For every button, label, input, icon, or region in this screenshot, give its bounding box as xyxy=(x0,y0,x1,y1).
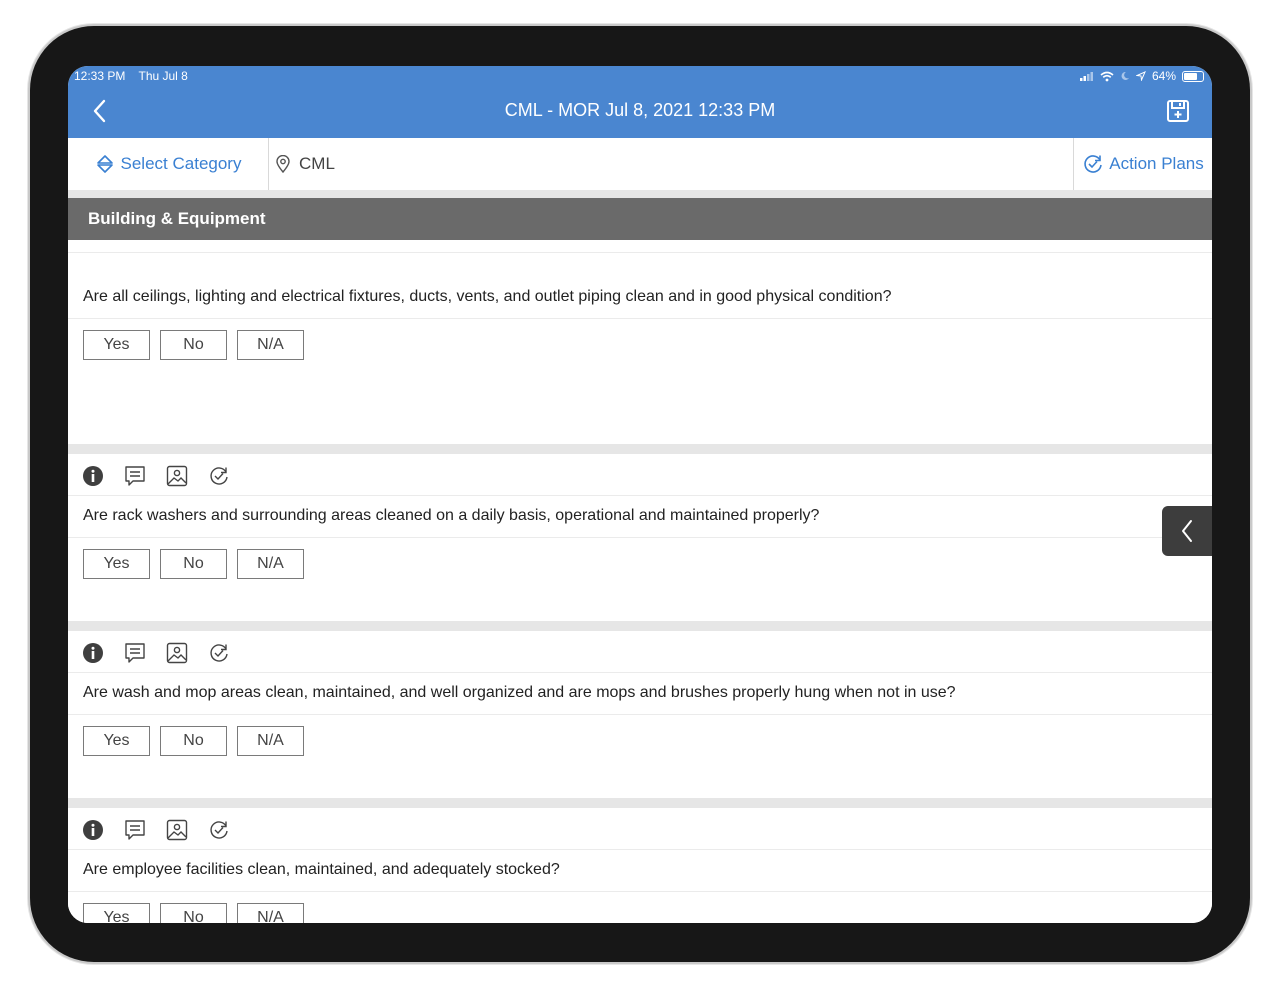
answer-na-button[interactable]: N/A xyxy=(237,330,304,360)
action-plan-icon xyxy=(1084,155,1103,173)
question-tools xyxy=(82,641,230,665)
page-title: CML - MOR Jul 8, 2021 12:33 PM xyxy=(504,100,776,120)
select-category-button[interactable]: Select Category xyxy=(68,138,269,190)
answer-yes-button[interactable]: Yes xyxy=(83,330,150,360)
question-text: Are rack washers and surrounding areas c… xyxy=(83,507,820,524)
question-card: Are rack washers and surrounding areas c… xyxy=(68,454,1212,622)
photo-icon[interactable] xyxy=(166,819,188,841)
row-divider xyxy=(68,891,1212,892)
photo-icon[interactable] xyxy=(166,465,188,487)
battery-icon xyxy=(1182,70,1204,82)
category-sort-icon xyxy=(96,155,113,173)
question-text: Are wash and mop areas clean, maintained… xyxy=(83,684,956,701)
drawer-toggle-button[interactable] xyxy=(1162,506,1212,556)
action-plans-button[interactable]: Action Plans xyxy=(1073,138,1212,190)
status-bar-right: 64% xyxy=(1079,69,1204,83)
card-separator xyxy=(68,798,1212,808)
location-pin-icon xyxy=(276,155,290,173)
row-divider xyxy=(68,849,1212,850)
answer-no-button[interactable]: No xyxy=(160,726,227,756)
answer-buttons: Yes No N/A xyxy=(83,330,304,360)
location-arrow-icon xyxy=(1135,71,1146,81)
question-card: Are wash and mop areas clean, maintained… xyxy=(68,631,1212,799)
toolbar-divider xyxy=(68,190,1212,198)
question-card: Are all ceilings, lighting and electrica… xyxy=(68,240,1212,376)
question-tools xyxy=(82,464,230,488)
info-icon[interactable] xyxy=(82,819,104,841)
filter-toolbar: Select Category CML Action Plans xyxy=(68,138,1212,190)
location-value: CML xyxy=(299,154,335,173)
status-date: Thu Jul 8 xyxy=(138,69,188,83)
answer-no-button[interactable]: No xyxy=(160,330,227,360)
wifi-icon xyxy=(1100,71,1114,81)
answer-no-button[interactable]: No xyxy=(160,549,227,579)
header-bar: 12:33 PM Thu Jul 8 64% CML - MOR Jul 8, … xyxy=(68,66,1212,138)
answer-yes-button[interactable]: Yes xyxy=(83,726,150,756)
save-icon[interactable] xyxy=(1166,99,1190,123)
row-divider xyxy=(68,714,1212,715)
row-divider xyxy=(68,495,1212,496)
question-text: Are employee facilities clean, maintaine… xyxy=(83,861,560,878)
signal-icon xyxy=(1079,72,1093,81)
answer-buttons: Yes No N/A xyxy=(83,903,304,923)
row-divider xyxy=(68,318,1212,319)
battery-percent: 64% xyxy=(1151,69,1176,83)
answer-no-button[interactable]: No xyxy=(160,903,227,923)
question-tools xyxy=(82,818,230,842)
comment-icon[interactable] xyxy=(124,819,146,841)
card-separator xyxy=(68,621,1212,631)
action-plan-icon[interactable] xyxy=(208,642,230,664)
answer-buttons: Yes No N/A xyxy=(83,726,304,756)
photo-icon[interactable] xyxy=(166,642,188,664)
section-title: Building & Equipment xyxy=(88,209,266,228)
action-plans-label: Action Plans xyxy=(1109,154,1204,173)
answer-yes-button[interactable]: Yes xyxy=(83,549,150,579)
card-separator xyxy=(68,444,1212,454)
answer-na-button[interactable]: N/A xyxy=(237,726,304,756)
question-list[interactable]: Are all ceilings, lighting and electrica… xyxy=(68,240,1212,923)
question-card: Are employee facilities clean, maintaine… xyxy=(68,808,1212,923)
row-divider xyxy=(68,252,1212,253)
comment-icon[interactable] xyxy=(124,642,146,664)
answer-yes-button[interactable]: Yes xyxy=(83,903,150,923)
select-category-label: Select Category xyxy=(120,154,242,173)
app-screen: 12:33 PM Thu Jul 8 64% CML - MOR Jul 8, … xyxy=(68,66,1212,923)
comment-icon[interactable] xyxy=(124,465,146,487)
answer-na-button[interactable]: N/A xyxy=(237,549,304,579)
answer-buttons: Yes No N/A xyxy=(83,549,304,579)
action-plan-icon[interactable] xyxy=(208,465,230,487)
question-text: Are all ceilings, lighting and electrica… xyxy=(83,288,892,305)
row-divider xyxy=(68,672,1212,673)
action-plan-icon[interactable] xyxy=(208,819,230,841)
location-field[interactable]: CML xyxy=(269,138,1079,190)
status-bar-left: 12:33 PM Thu Jul 8 xyxy=(74,69,198,83)
moon-icon xyxy=(1121,71,1129,80)
info-icon[interactable] xyxy=(82,642,104,664)
row-divider xyxy=(68,537,1212,538)
status-time: 12:33 PM xyxy=(74,69,126,83)
answer-na-button[interactable]: N/A xyxy=(237,903,304,923)
info-icon[interactable] xyxy=(82,465,104,487)
section-header: Building & Equipment xyxy=(68,198,1212,240)
chevron-left-icon xyxy=(1182,520,1192,542)
